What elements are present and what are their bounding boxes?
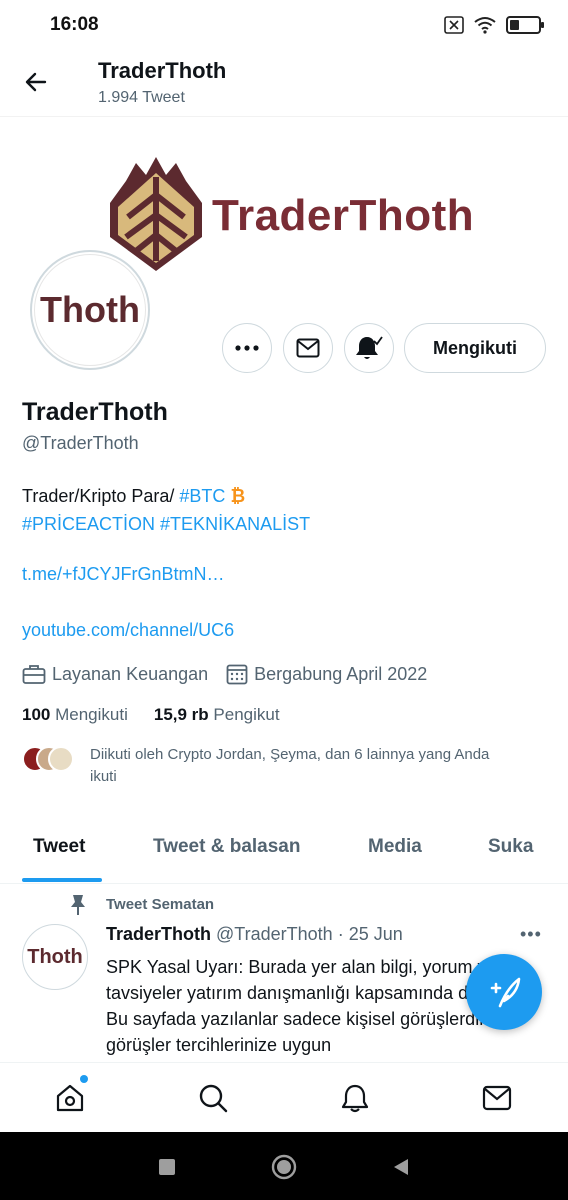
back-system-button[interactable] xyxy=(388,1154,414,1180)
nav-home[interactable] xyxy=(53,1081,87,1115)
mail-icon xyxy=(482,1085,512,1111)
nav-messages[interactable] xyxy=(480,1081,514,1115)
home-icon xyxy=(56,1084,84,1112)
bio-line-2: #PRİCEACTİON #TEKNİKANALİST xyxy=(22,510,542,538)
followed-by-text: Diikuti oleh Crypto Jordan, Şeyma, dan 6… xyxy=(90,746,490,785)
following-count: 100 xyxy=(22,705,51,724)
profile-header: TraderThoth 1.994 Tweet xyxy=(0,50,568,116)
tweet-avatar-text: Thoth xyxy=(27,945,83,968)
followed-by[interactable]: Diikuti oleh Crypto Jordan, Şeyma, dan 6… xyxy=(22,744,542,788)
tweet-author-handle: @TraderThoth xyxy=(216,924,333,944)
no-sim-icon xyxy=(444,16,464,34)
bottom-nav xyxy=(0,1062,568,1132)
joined-date: Bergabung April 2022 xyxy=(254,663,428,684)
telegram-link[interactable]: t.me/+fJCYJFrGnBtmN… xyxy=(22,564,225,585)
nav-search[interactable] xyxy=(196,1081,230,1115)
message-button[interactable] xyxy=(283,323,333,373)
header-title: TraderThoth xyxy=(98,58,227,83)
calendar-icon xyxy=(226,664,248,685)
compose-icon xyxy=(490,977,521,1008)
tweet-avatar[interactable]: Thoth xyxy=(22,924,88,990)
tweet-author-name[interactable]: TraderThoth xyxy=(106,924,211,944)
avatar-inner: Thoth xyxy=(34,254,146,366)
user-handle: @TraderThoth xyxy=(22,433,139,453)
tab-tweet[interactable]: Tweet xyxy=(33,836,85,858)
more-icon xyxy=(235,345,259,351)
active-tab-indicator xyxy=(22,878,102,882)
youtube-link[interactable]: youtube.com/channel/UC6 xyxy=(22,620,234,641)
home-notification-dot xyxy=(80,1075,88,1083)
tweet-date[interactable]: 25 Jun xyxy=(349,924,403,944)
banner-brand-text: TraderThoth xyxy=(212,191,475,240)
profile-category: Layanan Keuangan xyxy=(52,663,209,684)
followers-count-link[interactable]: 15,9 rb Pengikut xyxy=(154,705,280,725)
pin-icon xyxy=(71,895,85,915)
arrow-left-icon xyxy=(25,72,47,92)
tweet-more-button[interactable]: ••• xyxy=(520,924,542,945)
back-triangle-icon xyxy=(394,1159,408,1175)
hashtag-priceaction[interactable]: #PRİCEACTİON xyxy=(22,514,155,534)
wifi-icon xyxy=(474,17,496,34)
nav-notifications[interactable] xyxy=(338,1081,372,1115)
pinned-row: Tweet Sematan xyxy=(0,894,568,918)
brand-logo-icon xyxy=(110,157,202,271)
tweet-separator: · xyxy=(337,924,344,944)
hashtag-teknikanalist[interactable]: #TEKNİKANALİST xyxy=(160,514,310,534)
bio-line-1: Trader/Kripto Para/ #BTC ₿ xyxy=(22,482,542,510)
mail-icon xyxy=(296,338,320,358)
bio-text: Trader/Kripto Para/ xyxy=(22,486,180,506)
followers-count: 15,9 rb xyxy=(153,705,209,724)
bell-icon xyxy=(341,1084,369,1113)
followers-label: Pengikut xyxy=(213,705,280,724)
recents-icon xyxy=(159,1159,175,1175)
avatar-text: Thoth xyxy=(40,289,140,330)
profile-avatar[interactable]: Thoth xyxy=(30,250,150,370)
tweet-count: 1.994 Tweet xyxy=(98,89,185,106)
profile-bio: Trader/Kripto Para/ #BTC ₿ #PRİCEACTİON … xyxy=(22,482,542,538)
battery-icon xyxy=(506,16,544,34)
following-count-link[interactable]: 100 Mengikuti xyxy=(22,705,128,725)
pinned-label: Tweet Sematan xyxy=(106,896,215,913)
compose-button[interactable] xyxy=(466,954,542,1030)
tab-tweet-replies[interactable]: Tweet & balasan xyxy=(153,836,300,858)
profile-tabs: Tweet Tweet & balasan Media Suka xyxy=(0,820,568,884)
display-name: TraderThoth xyxy=(22,398,168,426)
android-nav-bar xyxy=(0,1132,568,1200)
home-system-button[interactable] xyxy=(271,1154,297,1180)
recents-button[interactable] xyxy=(154,1154,180,1180)
follow-counts: 100 Mengikuti 15,9 rb Pengikut xyxy=(22,705,280,725)
status-icons xyxy=(444,14,546,36)
tweet-header: TraderThoth @TraderThoth · 25 Jun xyxy=(106,924,403,945)
back-button[interactable] xyxy=(20,66,52,98)
status-time: 16:08 xyxy=(50,14,99,35)
briefcase-icon xyxy=(22,665,46,684)
bitcoin-icon: ₿ xyxy=(230,486,246,506)
notify-button[interactable] xyxy=(344,323,394,373)
following-button[interactable]: Mengikuti xyxy=(404,323,546,373)
mutual-avatar xyxy=(48,746,74,772)
status-bar: 16:08 xyxy=(0,0,568,50)
profile-meta: Layanan Keuangan Bergabung April 2022 xyxy=(22,660,427,688)
tab-likes[interactable]: Suka xyxy=(488,836,533,858)
bell-icon xyxy=(356,336,383,359)
more-button[interactable] xyxy=(222,323,272,373)
home-circle-icon xyxy=(271,1154,297,1180)
mutual-avatars xyxy=(22,744,82,772)
hashtag-btc[interactable]: #BTC xyxy=(179,486,225,506)
search-icon xyxy=(199,1084,228,1113)
following-label: Mengikuti xyxy=(55,705,128,724)
tab-media[interactable]: Media xyxy=(368,836,422,858)
